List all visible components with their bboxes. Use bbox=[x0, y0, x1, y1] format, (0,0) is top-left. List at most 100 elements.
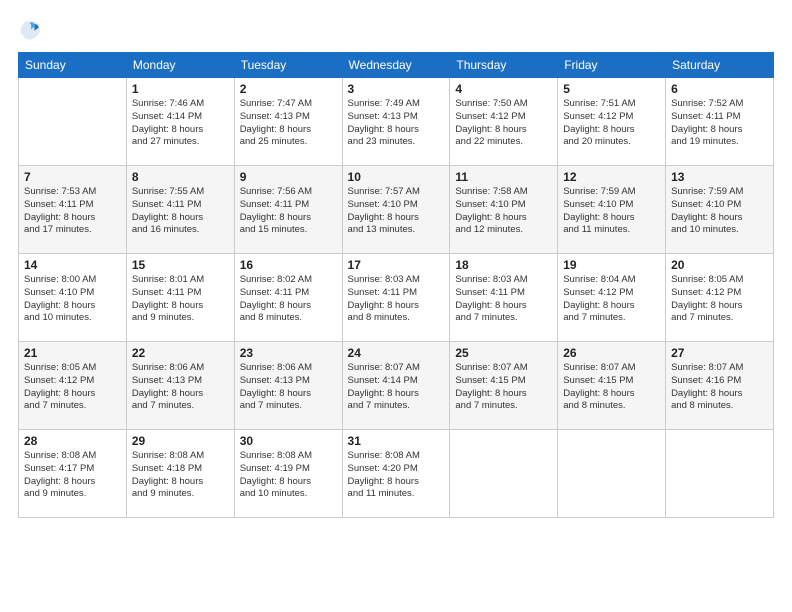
day-number: 13 bbox=[671, 170, 768, 184]
day-number: 16 bbox=[240, 258, 337, 272]
day-info: Sunrise: 7:55 AM Sunset: 4:11 PM Dayligh… bbox=[132, 186, 229, 237]
day-number: 28 bbox=[24, 434, 121, 448]
table-row: 9 Sunrise: 7:56 AM Sunset: 4:11 PM Daylig… bbox=[234, 166, 342, 254]
day-number: 12 bbox=[563, 170, 660, 184]
day-number: 8 bbox=[132, 170, 229, 184]
table-row: 10 Sunrise: 7:57 AM Sunset: 4:10 PM Dayli… bbox=[342, 166, 450, 254]
day-info: Sunrise: 8:03 AM Sunset: 4:11 PM Dayligh… bbox=[348, 274, 445, 325]
table-row: 2Sunrise: 7:47 AM Sunset: 4:13 PM Daylig… bbox=[234, 78, 342, 166]
day-info: Sunrise: 8:06 AM Sunset: 4:13 PM Dayligh… bbox=[132, 362, 229, 413]
day-number: 18 bbox=[455, 258, 552, 272]
day-info: Sunrise: 8:08 AM Sunset: 4:17 PM Dayligh… bbox=[24, 450, 121, 501]
calendar-week-row: 14Sunrise: 8:00 AM Sunset: 4:10 PM Dayli… bbox=[19, 254, 774, 342]
calendar-week-row: 1 Sunrise: 7:46 AM Sunset: 4:14 PM Daylig… bbox=[19, 78, 774, 166]
day-number: 30 bbox=[240, 434, 337, 448]
day-number: 27 bbox=[671, 346, 768, 360]
table-row: 26Sunrise: 8:07 AM Sunset: 4:15 PM Dayli… bbox=[558, 342, 666, 430]
day-info: Sunrise: 7:53 AM Sunset: 4:11 PM Dayligh… bbox=[24, 186, 121, 237]
table-row: 27 Sunrise: 8:07 AM Sunset: 4:16 PM Dayli… bbox=[666, 342, 774, 430]
day-number: 25 bbox=[455, 346, 552, 360]
table-row: 12 Sunrise: 7:59 AM Sunset: 4:10 PM Dayli… bbox=[558, 166, 666, 254]
table-row: 7 Sunrise: 7:53 AM Sunset: 4:11 PM Daylig… bbox=[19, 166, 127, 254]
day-info: Sunrise: 8:03 AM Sunset: 4:11 PM Dayligh… bbox=[455, 274, 552, 325]
day-info: Sunrise: 8:06 AM Sunset: 4:13 PM Dayligh… bbox=[240, 362, 337, 413]
table-row: 31 Sunrise: 8:08 AM Sunset: 4:20 PM Dayli… bbox=[342, 430, 450, 518]
table-row: 29Sunrise: 8:08 AM Sunset: 4:18 PM Dayli… bbox=[126, 430, 234, 518]
table-row: 18 Sunrise: 8:03 AM Sunset: 4:11 PM Dayli… bbox=[450, 254, 558, 342]
logo bbox=[18, 18, 46, 42]
col-tuesday: Tuesday bbox=[234, 53, 342, 78]
day-number: 6 bbox=[671, 82, 768, 96]
table-row: 5 Sunrise: 7:51 AM Sunset: 4:12 PM Daylig… bbox=[558, 78, 666, 166]
table-row: 16 Sunrise: 8:02 AM Sunset: 4:11 PM Dayli… bbox=[234, 254, 342, 342]
day-info: Sunrise: 7:57 AM Sunset: 4:10 PM Dayligh… bbox=[348, 186, 445, 237]
day-number: 19 bbox=[563, 258, 660, 272]
table-row: 25 Sunrise: 8:07 AM Sunset: 4:15 PM Dayli… bbox=[450, 342, 558, 430]
day-info: Sunrise: 7:56 AM Sunset: 4:11 PM Dayligh… bbox=[240, 186, 337, 237]
day-info: Sunrise: 8:08 AM Sunset: 4:20 PM Dayligh… bbox=[348, 450, 445, 501]
table-row bbox=[450, 430, 558, 518]
col-saturday: Saturday bbox=[666, 53, 774, 78]
table-row: 24 Sunrise: 8:07 AM Sunset: 4:14 PM Dayli… bbox=[342, 342, 450, 430]
table-row: 30 Sunrise: 8:08 AM Sunset: 4:19 PM Dayli… bbox=[234, 430, 342, 518]
table-row: 4Sunrise: 7:50 AM Sunset: 4:12 PM Daylig… bbox=[450, 78, 558, 166]
table-row bbox=[666, 430, 774, 518]
day-number: 11 bbox=[455, 170, 552, 184]
table-row: 17 Sunrise: 8:03 AM Sunset: 4:11 PM Dayli… bbox=[342, 254, 450, 342]
day-info: Sunrise: 8:05 AM Sunset: 4:12 PM Dayligh… bbox=[671, 274, 768, 325]
day-info: Sunrise: 8:07 AM Sunset: 4:16 PM Dayligh… bbox=[671, 362, 768, 413]
day-info: Sunrise: 7:50 AM Sunset: 4:12 PM Dayligh… bbox=[455, 98, 552, 149]
day-number: 15 bbox=[132, 258, 229, 272]
day-info: Sunrise: 8:04 AM Sunset: 4:12 PM Dayligh… bbox=[563, 274, 660, 325]
calendar: Sunday Monday Tuesday Wednesday Thursday… bbox=[18, 52, 774, 518]
table-row: 23 Sunrise: 8:06 AM Sunset: 4:13 PM Dayli… bbox=[234, 342, 342, 430]
day-number: 7 bbox=[24, 170, 121, 184]
day-number: 10 bbox=[348, 170, 445, 184]
day-info: Sunrise: 8:07 AM Sunset: 4:15 PM Dayligh… bbox=[455, 362, 552, 413]
table-row: 14Sunrise: 8:00 AM Sunset: 4:10 PM Dayli… bbox=[19, 254, 127, 342]
table-row bbox=[19, 78, 127, 166]
table-row bbox=[558, 430, 666, 518]
table-row: 8 Sunrise: 7:55 AM Sunset: 4:11 PM Daylig… bbox=[126, 166, 234, 254]
col-friday: Friday bbox=[558, 53, 666, 78]
day-info: Sunrise: 7:46 AM Sunset: 4:14 PM Dayligh… bbox=[132, 98, 229, 149]
col-wednesday: Wednesday bbox=[342, 53, 450, 78]
col-monday: Monday bbox=[126, 53, 234, 78]
day-number: 3 bbox=[348, 82, 445, 96]
day-info: Sunrise: 7:52 AM Sunset: 4:11 PM Dayligh… bbox=[671, 98, 768, 149]
day-info: Sunrise: 8:00 AM Sunset: 4:10 PM Dayligh… bbox=[24, 274, 121, 325]
page: Sunday Monday Tuesday Wednesday Thursday… bbox=[0, 0, 792, 612]
day-info: Sunrise: 7:58 AM Sunset: 4:10 PM Dayligh… bbox=[455, 186, 552, 237]
day-number: 26 bbox=[563, 346, 660, 360]
table-row: 20 Sunrise: 8:05 AM Sunset: 4:12 PM Dayli… bbox=[666, 254, 774, 342]
day-number: 22 bbox=[132, 346, 229, 360]
day-info: Sunrise: 8:07 AM Sunset: 4:14 PM Dayligh… bbox=[348, 362, 445, 413]
day-number: 9 bbox=[240, 170, 337, 184]
table-row: 28 Sunrise: 8:08 AM Sunset: 4:17 PM Dayli… bbox=[19, 430, 127, 518]
day-number: 24 bbox=[348, 346, 445, 360]
table-row: 11 Sunrise: 7:58 AM Sunset: 4:10 PM Dayli… bbox=[450, 166, 558, 254]
table-row: 6 Sunrise: 7:52 AM Sunset: 4:11 PM Daylig… bbox=[666, 78, 774, 166]
day-number: 17 bbox=[348, 258, 445, 272]
col-sunday: Sunday bbox=[19, 53, 127, 78]
table-row: 19 Sunrise: 8:04 AM Sunset: 4:12 PM Dayli… bbox=[558, 254, 666, 342]
table-row: 22 Sunrise: 8:06 AM Sunset: 4:13 PM Dayli… bbox=[126, 342, 234, 430]
day-number: 1 bbox=[132, 82, 229, 96]
day-info: Sunrise: 8:02 AM Sunset: 4:11 PM Dayligh… bbox=[240, 274, 337, 325]
day-number: 23 bbox=[240, 346, 337, 360]
day-info: Sunrise: 7:47 AM Sunset: 4:13 PM Dayligh… bbox=[240, 98, 337, 149]
day-number: 31 bbox=[348, 434, 445, 448]
table-row: 13 Sunrise: 7:59 AM Sunset: 4:10 PM Dayli… bbox=[666, 166, 774, 254]
day-number: 5 bbox=[563, 82, 660, 96]
calendar-week-row: 21Sunrise: 8:05 AM Sunset: 4:12 PM Dayli… bbox=[19, 342, 774, 430]
day-number: 20 bbox=[671, 258, 768, 272]
calendar-week-row: 28 Sunrise: 8:08 AM Sunset: 4:17 PM Dayli… bbox=[19, 430, 774, 518]
day-info: Sunrise: 8:08 AM Sunset: 4:18 PM Dayligh… bbox=[132, 450, 229, 501]
day-info: Sunrise: 7:59 AM Sunset: 4:10 PM Dayligh… bbox=[563, 186, 660, 237]
day-info: Sunrise: 7:59 AM Sunset: 4:10 PM Dayligh… bbox=[671, 186, 768, 237]
header bbox=[18, 18, 774, 42]
day-info: Sunrise: 7:49 AM Sunset: 4:13 PM Dayligh… bbox=[348, 98, 445, 149]
day-info: Sunrise: 8:08 AM Sunset: 4:19 PM Dayligh… bbox=[240, 450, 337, 501]
day-info: Sunrise: 7:51 AM Sunset: 4:12 PM Dayligh… bbox=[563, 98, 660, 149]
day-info: Sunrise: 8:01 AM Sunset: 4:11 PM Dayligh… bbox=[132, 274, 229, 325]
